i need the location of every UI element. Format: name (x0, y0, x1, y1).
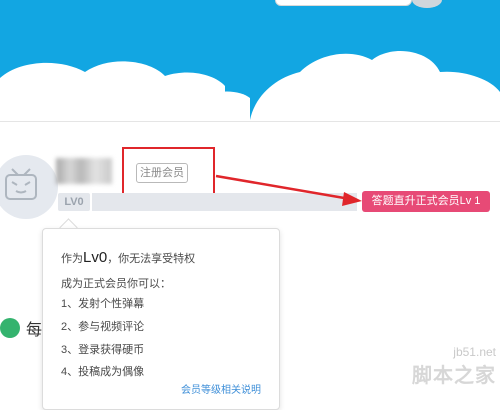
level-tooltip: 作为Lv0，你无法享受特权 成为正式会员你可以： 1、发射个性弹幕 2、参与视频… (42, 228, 280, 410)
watermark-name: 脚本之家 (412, 365, 496, 387)
tooltip-benefit-item: 4、投稿成为偶像 (61, 366, 145, 378)
daily-section-title: 每 (26, 322, 43, 339)
watermark-url: jb51.net (453, 345, 496, 359)
daily-section-icon (0, 318, 20, 338)
upgrade-callout[interactable]: 答题直升正式会员Lv 1 (362, 191, 490, 212)
tooltip-benefit-item: 1、发射个性弹幕 (61, 298, 145, 310)
tooltip-benefit-item: 3、登录获得硬币 (61, 344, 145, 356)
tooltip-benefit-item: 2、参与视频评论 (61, 321, 145, 333)
member-level-help-link[interactable]: 会员等级相关说明 (181, 381, 261, 396)
tooltip-status-line: 作为Lv0，你无法享受特权 (61, 249, 196, 266)
watermark: jb51.net 脚本之家 (412, 345, 496, 388)
tooltip-benefits-heading: 成为正式会员你可以： (61, 278, 171, 290)
